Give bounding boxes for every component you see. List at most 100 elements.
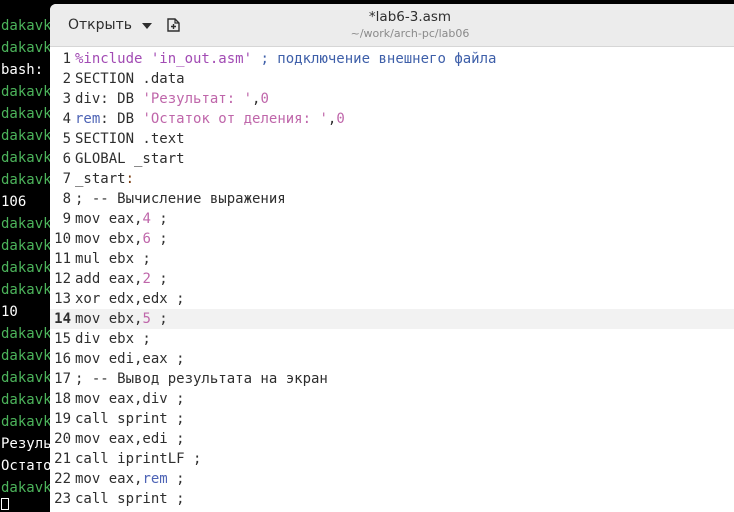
code-line[interactable]: 13 xor edx,edx ; [50, 289, 734, 309]
code-line[interactable]: 7 _start: [50, 169, 734, 189]
terminal-line: dakavk [1, 370, 52, 386]
terminal-line: dakavk [1, 172, 52, 188]
line-code: mov eax,edi ; [75, 429, 185, 449]
current-code-line[interactable]: 14 mov ebx,5 ; [50, 309, 734, 329]
code-token: : [125, 171, 135, 187]
code-token: 5 [142, 311, 151, 327]
line-code: div ebx ; [75, 329, 151, 349]
code-token: mov eax,edi ; [75, 431, 185, 447]
line-number: 19 [54, 411, 71, 427]
line-number: 6 [62, 151, 71, 167]
terminal-line: dakavk [1, 414, 52, 430]
code-token: mov ebx, [75, 231, 143, 247]
line-number: 4 [62, 111, 71, 127]
code-token: SECTION .text [75, 131, 185, 147]
code-line[interactable]: 10 mov ebx,6 ; [50, 229, 734, 249]
terminal-line: dakavk [1, 392, 52, 408]
line-number: 14 [54, 311, 71, 327]
new-document-button[interactable] [162, 13, 186, 37]
code-token: add eax, [75, 271, 143, 287]
code-token: rem [142, 471, 168, 487]
line-number: 11 [54, 251, 71, 267]
line-number: 22 [54, 471, 71, 487]
code-token: : DB [100, 111, 143, 127]
code-token: mov ebx, [75, 311, 143, 327]
line-number: 1 [62, 51, 71, 67]
code-line[interactable]: 8; -- Вычисление выражения [50, 189, 734, 209]
line-number: 16 [54, 351, 71, 367]
code-token: 4 [142, 211, 151, 227]
line-number: 20 [54, 431, 71, 447]
code-token: SECTION .data [75, 71, 185, 87]
code-line[interactable]: 9 mov eax,4 ; [50, 209, 734, 229]
open-button-label: Открыть [68, 17, 132, 33]
line-code: mov ebx,6 ; [75, 229, 168, 249]
new-document-icon [167, 18, 180, 32]
line-code: %include 'in_out.asm' ; подключение внеш… [75, 49, 496, 69]
terminal-line: Остато [1, 458, 52, 474]
line-code: mul ebx ; [75, 249, 151, 269]
code-line[interactable]: 17; -- Вывод результата на экран [50, 369, 734, 389]
terminal-line: dakavk [1, 106, 52, 122]
terminal-line: dakavk [1, 348, 52, 364]
code-line[interactable]: 23 call sprint ; [50, 489, 734, 509]
terminal-line: 10 [1, 304, 18, 320]
code-token: mul ebx ; [75, 251, 151, 267]
code-editor[interactable]: 1 %include 'in_out.asm' ; подключение вне… [50, 47, 734, 512]
terminal-line: 106 [1, 194, 27, 210]
line-code: mov ebx,5 ; [75, 309, 168, 329]
document-name: *lab6-3.asm [368, 9, 452, 25]
code-token: ; -- Вычисление выражения [75, 191, 286, 207]
terminal-line: dakavk [1, 128, 52, 144]
code-token: ; подключение внешнего файла [260, 51, 497, 67]
line-code: call sprint ; [75, 489, 185, 509]
code-line[interactable]: 3 div: DB 'Результат: ',0 [50, 89, 734, 109]
line-number: 5 [62, 131, 71, 147]
line-number: 17 [54, 371, 71, 387]
line-code: div: DB 'Результат: ',0 [75, 89, 269, 109]
code-line[interactable]: 18 mov eax,div ; [50, 389, 734, 409]
code-line[interactable]: 4 rem: DB 'Остаток от деления: ',0 [50, 109, 734, 129]
terminal-cursor [1, 498, 9, 510]
code-line[interactable]: 16 mov edi,eax ; [50, 349, 734, 369]
terminal-line: dakavk [1, 84, 52, 100]
code-line[interactable]: 20 mov eax,edi ; [50, 429, 734, 449]
header-bar: Открыть *lab6-3.asm ~/work/arch-pc/lab06 [50, 4, 734, 47]
code-token: mov eax, [75, 471, 143, 487]
code-line[interactable]: 6 GLOBAL _start [50, 149, 734, 169]
code-line[interactable]: 5 SECTION .text [50, 129, 734, 149]
code-line[interactable]: 11 mul ebx ; [50, 249, 734, 269]
line-number: 3 [62, 91, 71, 107]
terminal-line: dakavk [1, 150, 52, 166]
terminal-line: dakavk [1, 282, 52, 298]
open-button[interactable]: Открыть [58, 11, 162, 39]
line-number: 7 [62, 171, 71, 187]
line-code: call sprint ; [75, 409, 185, 429]
terminal-line: dakavk [1, 18, 52, 34]
code-line[interactable]: 19 call sprint ; [50, 409, 734, 429]
code-token: 'Остаток от деления: ' [142, 111, 328, 127]
line-code: call iprintLF ; [75, 449, 201, 469]
line-number: 12 [54, 271, 71, 287]
terminal-line: dakavk [1, 238, 52, 254]
terminal-line: Резуль [1, 436, 52, 452]
code-line[interactable]: 2 SECTION .data [50, 69, 734, 89]
line-code: mov edi,eax ; [75, 349, 185, 369]
code-token: ; [150, 311, 168, 327]
code-line[interactable]: 22 mov eax,rem ; [50, 469, 734, 489]
code-token: call iprintLF ; [75, 451, 202, 467]
code-line[interactable]: 21 call iprintLF ; [50, 449, 734, 469]
line-code: rem: DB 'Остаток от деления: ',0 [75, 109, 345, 129]
line-number: 21 [54, 451, 71, 467]
code-token: mov eax,div ; [75, 391, 185, 407]
code-line[interactable]: 1 %include 'in_out.asm' ; подключение вне… [50, 49, 734, 69]
code-line[interactable]: 12 add eax,2 ; [50, 269, 734, 289]
line-code: ; -- Вывод результата на экран [75, 369, 328, 389]
line-number: 8 [62, 191, 71, 207]
code-token: ; [167, 471, 185, 487]
terminal-line: dakavk [1, 326, 52, 342]
line-code: _start: [75, 169, 134, 189]
code-token: call sprint ; [75, 411, 185, 427]
code-token: mov eax, [75, 211, 143, 227]
code-line[interactable]: 15 div ebx ; [50, 329, 734, 349]
